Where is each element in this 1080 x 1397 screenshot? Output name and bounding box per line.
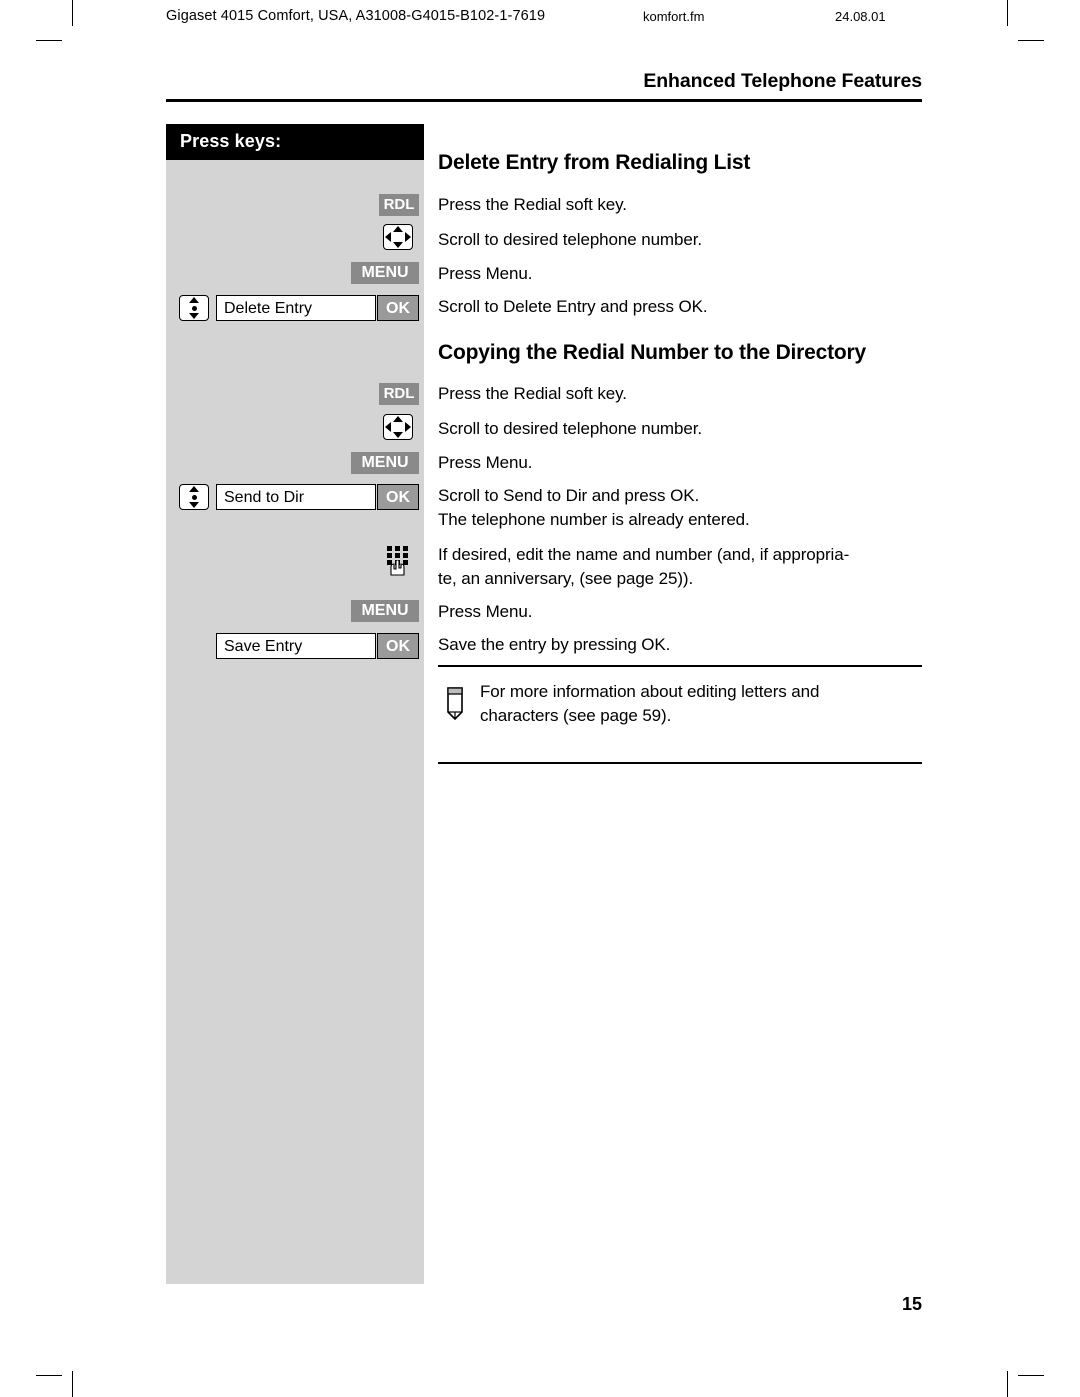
- chevron-up-icon: [393, 416, 403, 422]
- softkey-menu-3[interactable]: MENU: [351, 600, 419, 622]
- header-file-name: komfort.fm: [643, 9, 705, 24]
- page-number: 15: [901, 1294, 922, 1314]
- section-title-delete-entry: Delete Entry from Redialing List: [438, 151, 751, 174]
- nav-key-center-dot: [191, 305, 197, 311]
- chevron-up-icon: [189, 297, 199, 303]
- softkey-ok-1[interactable]: OK: [377, 295, 419, 321]
- softkey-menu-2[interactable]: MENU: [351, 452, 419, 474]
- chevron-right-icon: [405, 422, 411, 432]
- chevron-up-icon: [393, 226, 403, 232]
- step-text: Scroll to Send to Dir and press OK.: [438, 486, 700, 505]
- display-label-save-entry: Save Entry: [216, 633, 376, 659]
- nav-key-center-dot: [191, 494, 197, 500]
- crop-mark-left-lower: [36, 1375, 62, 1376]
- note-text: For more information about editing lette…: [480, 680, 920, 728]
- step-text: The telephone number is already entered.: [438, 510, 750, 529]
- crop-mark-left-upper: [36, 40, 62, 41]
- step-text: Scroll to Delete Entry and press OK.: [438, 297, 708, 316]
- display-label-delete-entry: Delete Entry: [216, 295, 376, 321]
- softkey-ok-3[interactable]: OK: [377, 633, 419, 659]
- chevron-down-icon: [393, 242, 403, 248]
- crop-mark-bottom-left: [72, 1371, 73, 1397]
- chevron-left-icon: [385, 232, 391, 242]
- chapter-rule: [166, 99, 922, 102]
- page-header: Gigaset 4015 Comfort, USA, A31008-G4015-…: [0, 4, 1080, 30]
- step-text: Press Menu.: [438, 602, 533, 621]
- softkey-rdl-2[interactable]: RDL: [379, 383, 419, 405]
- crop-mark-right-upper: [1018, 40, 1044, 41]
- crop-mark-right-lower: [1018, 1375, 1044, 1376]
- header-date: 24.08.01: [835, 9, 886, 24]
- step-text: Save the entry by pressing OK.: [438, 635, 671, 654]
- press-keys-label: Press keys:: [180, 131, 282, 151]
- note-rule-top: [438, 665, 922, 667]
- step-text: Scroll to desired telephone number.: [438, 230, 702, 249]
- step-text: te, an anniversary, (see page 25)).: [438, 569, 694, 588]
- softkey-menu-1[interactable]: MENU: [351, 262, 419, 284]
- display-label-send-to-dir: Send to Dir: [216, 484, 376, 510]
- note-line-2: characters (see page 59).: [480, 706, 672, 725]
- step-text: Press the Redial soft key.: [438, 384, 627, 403]
- nav-key-vertical-1[interactable]: [179, 295, 209, 321]
- hand-icon: [390, 560, 405, 576]
- keypad-icon: [385, 546, 411, 576]
- step-text: Press the Redial soft key.: [438, 195, 627, 214]
- note-line-1: For more information about editing lette…: [480, 682, 820, 701]
- press-keys-header: Press keys:: [166, 124, 424, 160]
- chevron-down-icon: [189, 313, 199, 319]
- chevron-right-icon: [405, 232, 411, 242]
- step-text: Press Menu.: [438, 453, 533, 472]
- nav-key-vertical-2[interactable]: [179, 484, 209, 510]
- header-document-ref: Gigaset 4015 Comfort, USA, A31008-G4015-…: [166, 8, 546, 24]
- step-text: Press Menu.: [438, 264, 533, 283]
- softkey-ok-2[interactable]: OK: [377, 484, 419, 510]
- note-rule-bottom: [438, 762, 922, 764]
- chapter-title: Enhanced Telephone Features: [643, 70, 922, 92]
- step-text: If desired, edit the name and number (an…: [438, 545, 850, 564]
- pencil-note-icon: [447, 687, 463, 721]
- nav-key-4way-1[interactable]: [383, 224, 413, 250]
- softkey-rdl-1[interactable]: RDL: [379, 194, 419, 216]
- step-text: Scroll to desired telephone number.: [438, 419, 702, 438]
- chevron-down-icon: [393, 432, 403, 438]
- chevron-up-icon: [189, 486, 199, 492]
- nav-key-4way-2[interactable]: [383, 414, 413, 440]
- section-title-copy-redial: Copying the Redial Number to the Directo…: [438, 341, 866, 364]
- crop-mark-bottom-right: [1007, 1371, 1008, 1397]
- chevron-down-icon: [189, 502, 199, 508]
- chevron-left-icon: [385, 422, 391, 432]
- press-keys-column: [166, 160, 424, 1284]
